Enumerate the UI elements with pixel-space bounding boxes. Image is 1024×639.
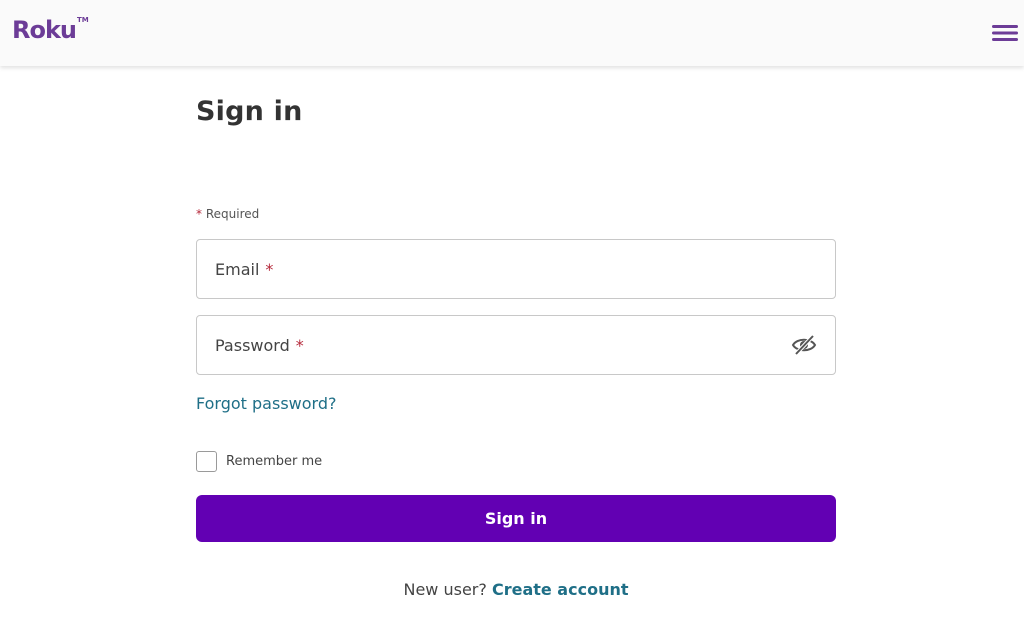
forgot-password-link[interactable]: Forgot password? xyxy=(196,394,336,413)
top-navigation-bar: RokuTM xyxy=(0,0,1024,66)
roku-logo[interactable]: RokuTM xyxy=(12,16,89,44)
logo-text: Roku xyxy=(12,16,77,44)
remember-me-checkbox[interactable] xyxy=(196,450,217,472)
eye-slash-icon[interactable] xyxy=(791,333,817,357)
required-note: * Required xyxy=(196,207,259,221)
logo-trademark: TM xyxy=(77,16,89,24)
new-user-prompt: New user? Create account xyxy=(0,580,1024,599)
hamburger-menu-icon[interactable] xyxy=(990,22,1020,44)
remember-me-label: Remember me xyxy=(226,453,323,469)
password-input[interactable] xyxy=(197,316,835,374)
password-field[interactable]: Password * xyxy=(196,315,836,375)
email-input[interactable] xyxy=(197,240,835,298)
sign-in-button[interactable]: Sign in xyxy=(196,495,836,542)
new-user-text: New user? xyxy=(403,580,487,599)
required-note-text: Required xyxy=(205,207,260,221)
create-account-link[interactable]: Create account xyxy=(492,580,629,599)
email-field[interactable]: Email * xyxy=(196,239,836,299)
remember-me-option[interactable]: Remember me xyxy=(196,450,322,472)
required-star: * xyxy=(196,207,202,221)
page-title: Sign in xyxy=(196,96,303,127)
